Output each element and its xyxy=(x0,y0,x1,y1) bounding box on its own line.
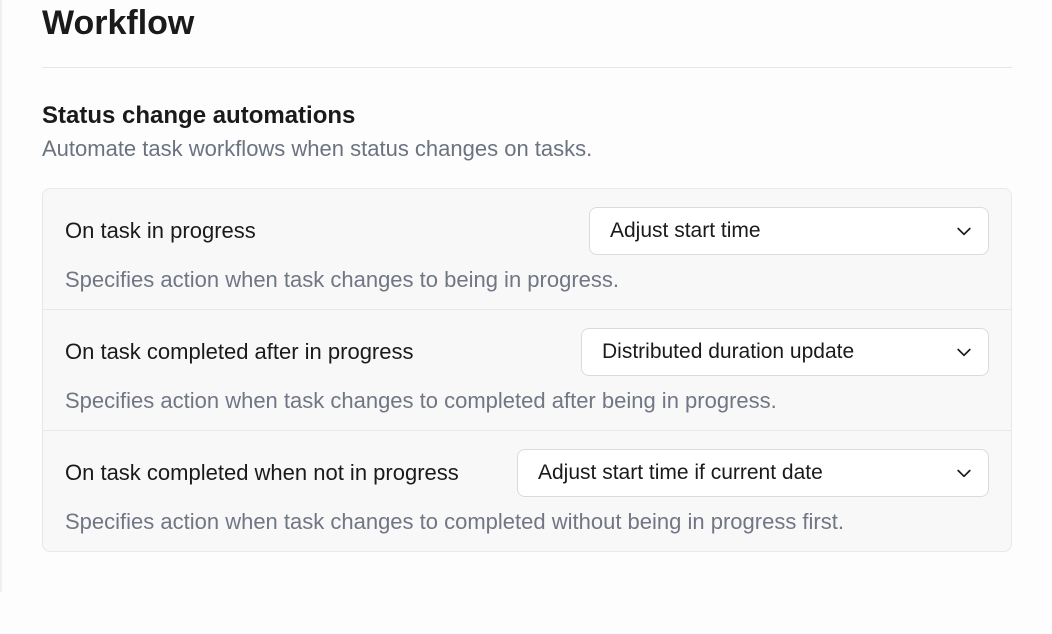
automation-row: On task completed after in progress Dist… xyxy=(65,328,989,376)
automation-description: Specifies action when task changes to co… xyxy=(65,388,989,414)
workflow-settings-panel: Workflow Status change automations Autom… xyxy=(0,0,1052,592)
chevron-down-icon xyxy=(954,221,974,241)
section-title: Status change automations xyxy=(42,102,1012,130)
chevron-down-icon xyxy=(954,463,974,483)
automation-item-in-progress: On task in progress Adjust start time Sp… xyxy=(43,189,1011,310)
automation-select-in-progress[interactable]: Adjust start time xyxy=(589,207,989,255)
automation-description: Specifies action when task changes to co… xyxy=(65,509,989,535)
automation-list: On task in progress Adjust start time Sp… xyxy=(42,188,1012,552)
automation-label: On task completed when not in progress xyxy=(65,460,459,486)
section-subtitle: Automate task workflows when status chan… xyxy=(42,136,1012,162)
select-value: Adjust start time if current date xyxy=(538,461,823,485)
chevron-down-icon xyxy=(954,342,974,362)
automation-label: On task completed after in progress xyxy=(65,339,414,365)
automation-description: Specifies action when task changes to be… xyxy=(65,267,989,293)
select-value: Adjust start time xyxy=(610,219,761,243)
automation-row: On task completed when not in progress A… xyxy=(65,449,989,497)
automation-row: On task in progress Adjust start time xyxy=(65,207,989,255)
select-value: Distributed duration update xyxy=(602,340,854,364)
automation-select-completed-after-progress[interactable]: Distributed duration update xyxy=(581,328,989,376)
automation-item-completed-not-progress: On task completed when not in progress A… xyxy=(43,431,1011,551)
page-title: Workflow xyxy=(42,0,1012,68)
automation-label: On task in progress xyxy=(65,218,256,244)
automation-item-completed-after-progress: On task completed after in progress Dist… xyxy=(43,310,1011,431)
automation-select-completed-not-progress[interactable]: Adjust start time if current date xyxy=(517,449,989,497)
